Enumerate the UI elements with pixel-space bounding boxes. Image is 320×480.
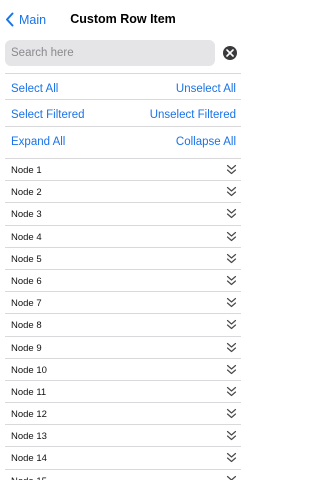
node-label: Node 9	[11, 342, 42, 354]
search-input[interactable]	[11, 44, 209, 62]
double-chevron-down-icon[interactable]	[226, 408, 237, 419]
close-icon	[226, 49, 234, 57]
list-item[interactable]: Node 4	[5, 226, 241, 248]
list-item[interactable]: Node 5	[5, 248, 241, 270]
select-filtered-row: Select Filtered Unselect Filtered	[5, 99, 241, 125]
select-all-button[interactable]: Select All	[11, 83, 58, 95]
list-item[interactable]: Node 6	[5, 270, 241, 293]
search-field[interactable]	[5, 40, 215, 66]
node-label: Node 6	[11, 275, 42, 287]
list-item[interactable]: Node 8	[5, 314, 241, 337]
double-chevron-down-icon[interactable]	[226, 275, 237, 286]
list-item[interactable]: Node 11	[5, 381, 241, 404]
list-item[interactable]: Node 12	[5, 403, 241, 426]
unselect-all-button[interactable]: Unselect All	[176, 83, 236, 95]
double-chevron-down-icon[interactable]	[226, 208, 237, 219]
node-label: Node 2	[11, 187, 42, 199]
double-chevron-down-icon[interactable]	[226, 342, 237, 353]
unselect-filtered-button[interactable]: Unselect Filtered	[150, 109, 236, 121]
double-chevron-down-icon[interactable]	[226, 319, 237, 330]
double-chevron-down-icon[interactable]	[226, 164, 237, 175]
collapse-all-button[interactable]: Collapse All	[176, 136, 236, 148]
node-list: Node 1 Node 2 Node 3 Node 4 Node 5 Node 6 Node…	[5, 158, 241, 480]
select-filtered-button[interactable]: Select Filtered	[11, 109, 85, 121]
expand-all-row: Expand All Collapse All	[5, 126, 241, 152]
double-chevron-down-icon[interactable]	[226, 364, 237, 375]
page-title: Custom Row Item	[70, 12, 176, 26]
list-item[interactable]: Node 13	[5, 425, 241, 448]
select-all-row: Select All Unselect All	[5, 73, 241, 99]
double-chevron-down-icon[interactable]	[226, 186, 237, 197]
expand-all-button[interactable]: Expand All	[11, 136, 65, 148]
node-label: Node 12	[11, 409, 47, 421]
node-label: Node 13	[11, 431, 47, 443]
double-chevron-down-icon[interactable]	[226, 452, 237, 463]
double-chevron-down-icon[interactable]	[226, 386, 237, 397]
list-item[interactable]: Node 3	[5, 203, 241, 226]
node-label: Node 5	[11, 253, 42, 265]
list-item[interactable]: Node 1	[5, 159, 241, 182]
node-label: Node 10	[11, 364, 47, 376]
clear-search-button[interactable]	[223, 46, 237, 60]
list-item[interactable]: Node 7	[5, 292, 241, 315]
node-label: Node 4	[11, 231, 42, 243]
list-item[interactable]: Node 9	[5, 337, 241, 359]
search-bar	[5, 40, 241, 66]
list-item[interactable]: Node 10	[5, 359, 241, 381]
navigation-bar: Main Custom Row Item	[0, 0, 246, 40]
double-chevron-down-icon[interactable]	[226, 297, 237, 308]
double-chevron-down-icon[interactable]	[226, 475, 237, 480]
node-label: Node 1	[11, 165, 42, 176]
node-label: Node 11	[11, 386, 47, 398]
list-item[interactable]: Node 2	[5, 181, 241, 204]
node-label: Node 7	[11, 298, 42, 310]
node-label: Node 14	[11, 453, 47, 465]
list-item[interactable]: Node 14	[5, 447, 241, 470]
double-chevron-down-icon[interactable]	[226, 253, 237, 264]
node-label: Node 3	[11, 209, 42, 221]
node-label: Node 8	[11, 320, 42, 332]
double-chevron-down-icon[interactable]	[226, 231, 237, 242]
double-chevron-down-icon[interactable]	[226, 430, 237, 441]
node-label: Node 15	[11, 476, 47, 480]
list-item[interactable]: Node 15	[5, 470, 241, 480]
